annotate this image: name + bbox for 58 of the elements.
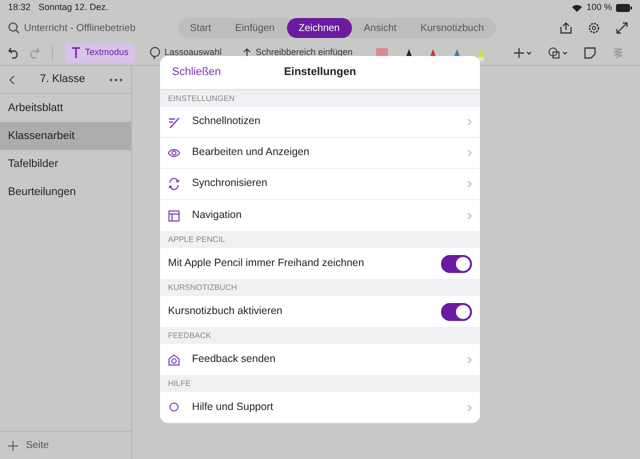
section-header: HILFE xyxy=(167,378,192,390)
search-icon[interactable] xyxy=(8,22,20,34)
status-time: 18:32 xyxy=(8,1,31,14)
tab[interactable]: Ansicht xyxy=(352,18,409,38)
settings-item[interactable]: Synchronisieren xyxy=(168,169,472,199)
settings-item[interactable]: Navigation xyxy=(168,200,472,231)
expand-icon[interactable] xyxy=(616,22,628,34)
page-item[interactable]: Beurteilungen xyxy=(0,178,131,206)
undo-icon[interactable] xyxy=(8,46,20,58)
eye-icon xyxy=(168,147,180,159)
lasso-icon xyxy=(148,46,161,58)
sticky-note-icon[interactable] xyxy=(584,46,596,58)
chevron-icon xyxy=(467,212,472,220)
section-header: APPLE PENCIL xyxy=(167,234,226,246)
settings-icon[interactable] xyxy=(588,22,600,34)
add-page-button[interactable]: Seite xyxy=(26,438,49,453)
section-header: FEEDBACK xyxy=(167,330,212,342)
chevron-icon xyxy=(467,149,472,157)
tool-button[interactable]: Lassoauswahl xyxy=(142,42,228,62)
close-button[interactable]: Schließen xyxy=(160,64,233,81)
back-icon[interactable] xyxy=(8,74,16,84)
plus-icon[interactable] xyxy=(514,48,532,58)
tab[interactable]: Zeichnen xyxy=(286,18,352,38)
plus-icon[interactable] xyxy=(8,440,18,450)
tool-button[interactable]: Textmodus xyxy=(65,42,135,62)
settings-item[interactable]: Bearbeiten und Anzeigen xyxy=(168,138,472,168)
text-icon xyxy=(71,47,81,58)
chevron-icon xyxy=(467,404,472,412)
pen-lines-icon xyxy=(168,116,180,128)
share-icon[interactable] xyxy=(560,22,572,34)
help-icon xyxy=(168,402,180,414)
section-header: EINSTELLUNGEN xyxy=(167,92,236,104)
tab[interactable]: Einfügen xyxy=(223,18,287,38)
notebook-section-title: 7. Klasse xyxy=(40,72,86,88)
setting-label: Kursnotizbuch aktivieren xyxy=(168,304,282,319)
setting-label: Mit Apple Pencil immer Freihand zeichnen xyxy=(168,256,364,271)
shapes-icon[interactable] xyxy=(548,46,568,58)
more-icon[interactable] xyxy=(109,78,123,82)
chevron-icon xyxy=(467,356,472,364)
page-item[interactable]: Arbeitsblatt xyxy=(0,94,131,122)
chevron-icon xyxy=(467,180,472,188)
sync-icon xyxy=(168,178,180,190)
page-item[interactable]: Klassenarbeit xyxy=(0,122,131,150)
search-field[interactable]: Unterricht - Offlinebetrieb xyxy=(24,20,164,36)
tab[interactable]: Start xyxy=(178,18,224,38)
toggle-switch[interactable] xyxy=(441,302,472,320)
toggle-switch[interactable] xyxy=(441,254,472,272)
page-item[interactable]: Tafelbilder xyxy=(0,150,131,178)
tab[interactable]: Kursnotizbuch xyxy=(408,18,496,38)
section-header: KURSNOTIZBUCH xyxy=(167,282,238,294)
layout-icon xyxy=(168,210,180,222)
settings-item[interactable]: Schnellnotizen xyxy=(168,107,472,137)
status-date: Sonntag 12. Dez. xyxy=(38,1,108,14)
wifi-icon xyxy=(572,4,582,12)
dialog-title: Einstellungen xyxy=(284,65,356,80)
battery-icon xyxy=(616,4,632,12)
chevron-icon xyxy=(467,118,472,126)
battery-level: 100 % xyxy=(586,1,612,14)
